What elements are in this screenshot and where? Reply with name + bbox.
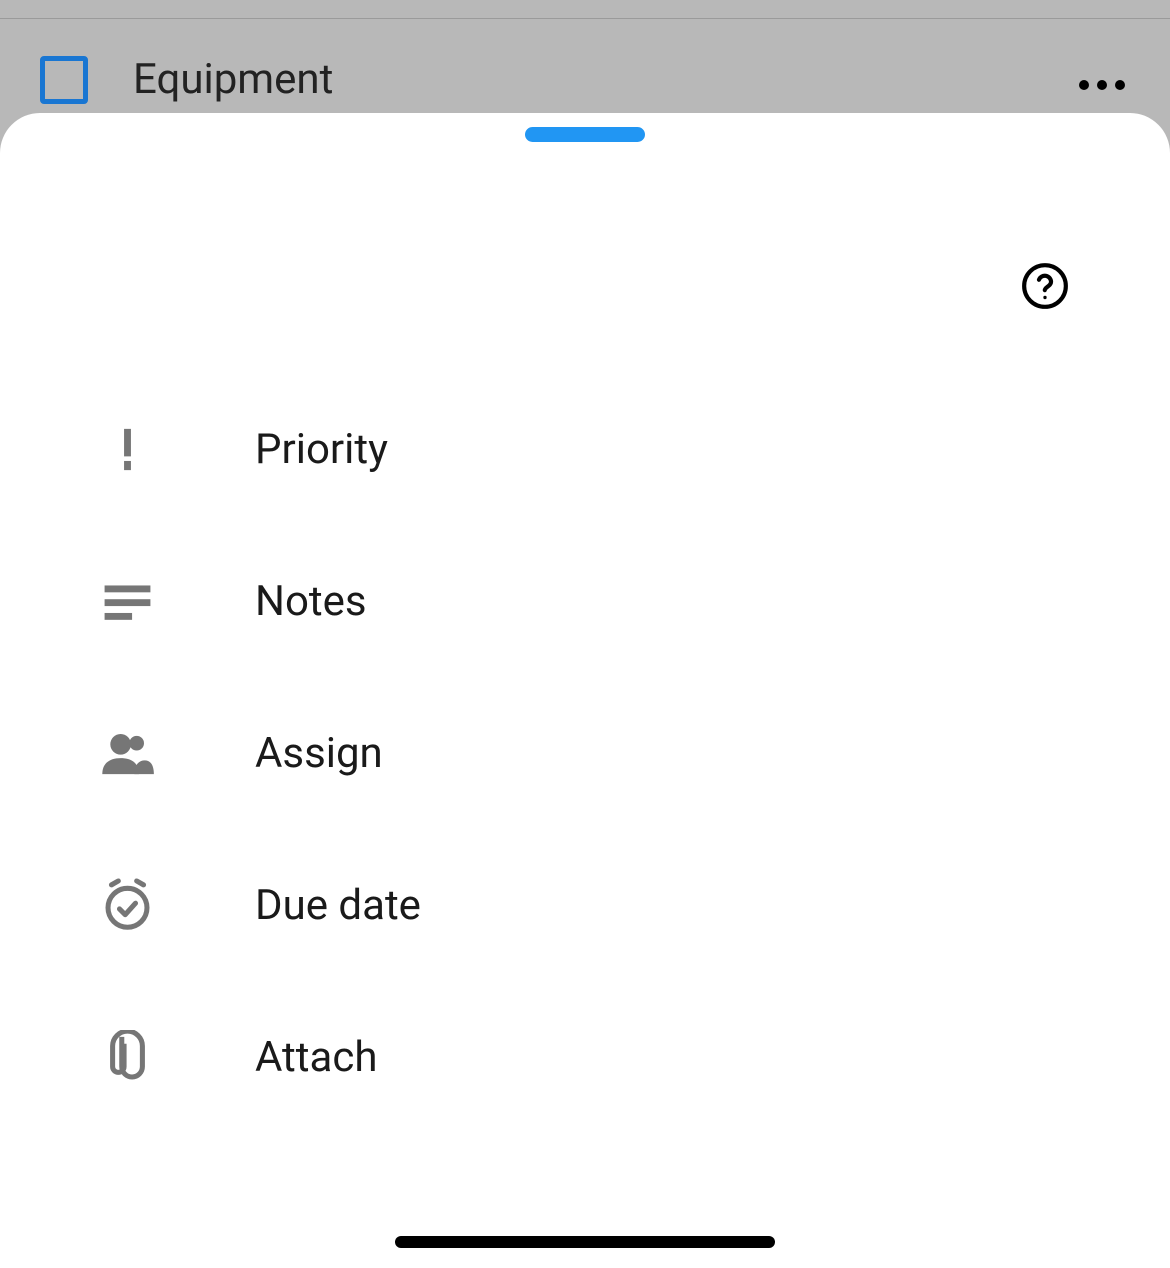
menu-label: Assign xyxy=(255,729,383,778)
menu-label: Attach xyxy=(255,1033,378,1082)
menu-label: Notes xyxy=(255,577,367,626)
attach-icon xyxy=(100,1030,155,1085)
priority-icon xyxy=(100,422,155,477)
task-row: Equipment xyxy=(40,55,333,104)
more-options-button[interactable] xyxy=(1079,80,1125,90)
more-icon xyxy=(1079,80,1089,90)
help-icon xyxy=(1020,261,1070,311)
task-title: Equipment xyxy=(133,55,333,104)
menu-label: Due date xyxy=(255,881,421,930)
task-checkbox[interactable] xyxy=(40,56,88,104)
assign-icon xyxy=(100,726,155,781)
menu-list: Priority Notes Assign xyxy=(0,373,1170,1133)
more-icon xyxy=(1097,80,1107,90)
menu-item-assign[interactable]: Assign xyxy=(0,677,1170,829)
home-indicator[interactable] xyxy=(395,1236,775,1248)
help-button[interactable] xyxy=(1020,261,1070,311)
menu-item-notes[interactable]: Notes xyxy=(0,525,1170,677)
menu-item-due-date[interactable]: Due date xyxy=(0,829,1170,981)
notes-icon xyxy=(100,574,155,629)
menu-item-priority[interactable]: Priority xyxy=(0,373,1170,525)
bottom-sheet: Priority Notes Assign xyxy=(0,113,1170,1268)
menu-label: Priority xyxy=(255,425,388,474)
drag-handle[interactable] xyxy=(525,127,645,142)
menu-item-attach[interactable]: Attach xyxy=(0,981,1170,1133)
more-icon xyxy=(1115,80,1125,90)
divider xyxy=(0,18,1170,19)
due-date-icon xyxy=(100,878,155,933)
